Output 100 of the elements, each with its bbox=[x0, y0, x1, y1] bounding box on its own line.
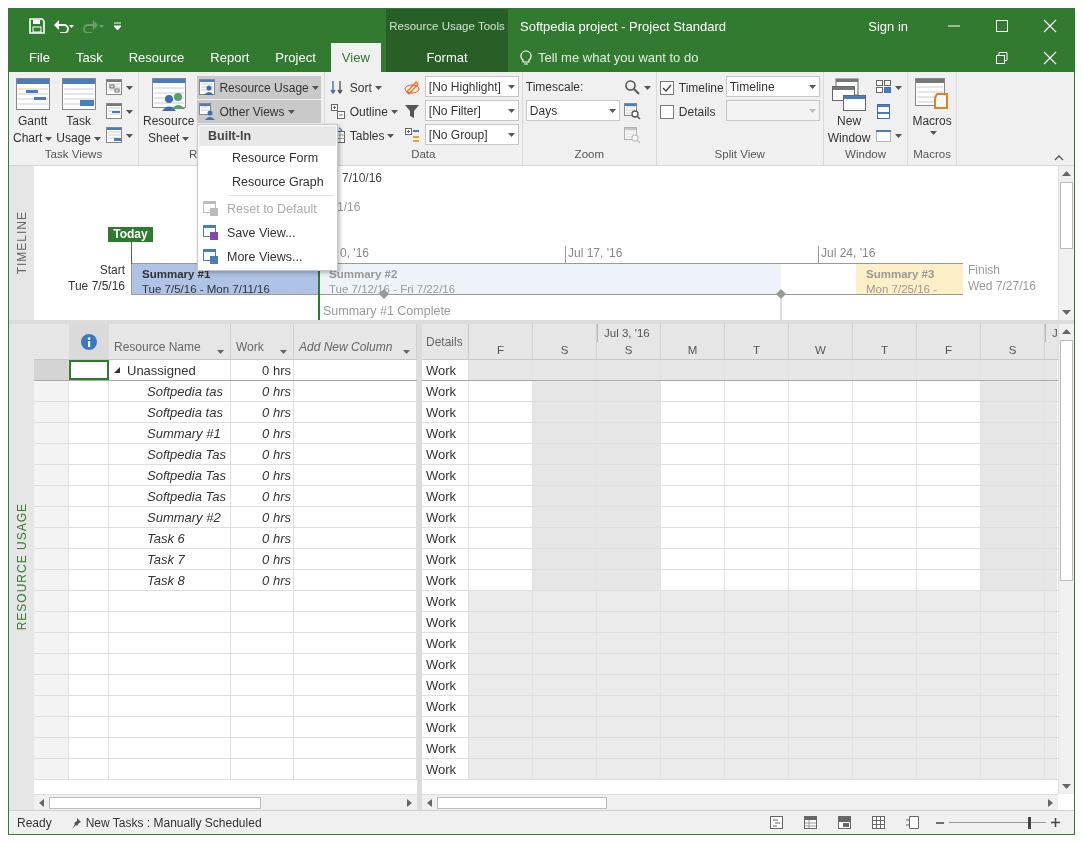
bar-title: Summary #3 bbox=[866, 267, 936, 282]
ribbon-button[interactable]: Gantt Chart bbox=[12, 76, 54, 148]
resource-sheet-icon bbox=[151, 78, 186, 112]
assignment-name: Softpedia Tas bbox=[147, 446, 227, 462]
task-usage-icon bbox=[61, 78, 96, 112]
split-window-icon[interactable] bbox=[875, 103, 893, 120]
scrollbar[interactable] bbox=[34, 794, 417, 810]
status-text: Ready bbox=[17, 815, 52, 830]
menu-item[interactable]: Resource Graph bbox=[199, 170, 336, 194]
filter-icon[interactable] bbox=[403, 103, 421, 120]
assignment-name: Task 6 bbox=[147, 530, 185, 546]
scrollbar[interactable] bbox=[422, 794, 1058, 810]
ribbon-button[interactable]: Task Usage bbox=[55, 76, 103, 148]
close-button[interactable] bbox=[1042, 19, 1058, 33]
tell-me-field[interactable]: Tell me what you want to do bbox=[538, 50, 778, 65]
work-value: 0 hrs bbox=[262, 404, 291, 420]
other-views-icon bbox=[199, 103, 217, 120]
report-view-icon[interactable] bbox=[905, 815, 920, 830]
dropdown-caret-icon bbox=[311, 85, 319, 90]
info-icon bbox=[81, 333, 97, 350]
group-label: Window bbox=[845, 148, 886, 160]
ribbon-tab[interactable]: File bbox=[18, 43, 61, 72]
team-planner-icon[interactable] bbox=[837, 815, 852, 830]
scrollbar[interactable] bbox=[1058, 166, 1074, 320]
combo-box[interactable]: [No Highlight] bbox=[424, 76, 519, 97]
customize-icon[interactable] bbox=[113, 22, 122, 30]
menu-item[interactable]: Save View... bbox=[199, 221, 336, 245]
dropdown-caret-icon bbox=[94, 136, 102, 141]
ribbon-tab[interactable]: Task bbox=[64, 43, 114, 72]
bar-dates: Tue 7/5/16 - Mon 7/11/16 bbox=[142, 282, 271, 294]
ribbon-button[interactable]: Resource Sheet bbox=[142, 76, 196, 148]
day-label: F bbox=[496, 342, 505, 358]
diagram-icon[interactable] bbox=[106, 79, 124, 96]
group-label: Task Views bbox=[44, 148, 103, 160]
restore-button[interactable] bbox=[994, 50, 1010, 65]
start-caption: Start bbox=[98, 262, 125, 278]
collapse-icon[interactable] bbox=[113, 365, 122, 375]
ribbon-button[interactable]: Sort bbox=[327, 76, 400, 99]
menu-item[interactable]: Resource Form bbox=[199, 146, 336, 170]
gantt-chart-icon bbox=[15, 78, 50, 112]
today-flag: Today bbox=[108, 227, 153, 242]
day-label: F bbox=[944, 342, 953, 358]
selected-cell[interactable] bbox=[69, 360, 109, 380]
dropdown-caret-icon bbox=[507, 108, 515, 113]
sheet-view-icon[interactable] bbox=[803, 815, 818, 830]
ribbon-tab[interactable]: Report bbox=[199, 43, 261, 72]
field-label: Timescale: bbox=[525, 78, 585, 96]
hidden-window-icon[interactable] bbox=[875, 127, 893, 144]
combo-box[interactable]: [No Group] bbox=[424, 124, 519, 145]
dropdown-caret-icon bbox=[608, 108, 616, 113]
sheet-icon[interactable] bbox=[106, 103, 124, 120]
scrollbar[interactable] bbox=[1058, 324, 1074, 794]
work-value: 0 hrs bbox=[262, 551, 291, 567]
work-value: 0 hrs bbox=[262, 383, 291, 399]
ribbon-button[interactable]: Macros bbox=[911, 76, 953, 137]
checkbox[interactable] bbox=[659, 80, 674, 95]
work-value: 0 hrs bbox=[262, 488, 291, 504]
sheet-icon[interactable] bbox=[106, 127, 124, 144]
ribbon-tab[interactable]: View bbox=[330, 43, 381, 72]
zoom-sheet-icon[interactable] bbox=[623, 103, 641, 120]
work-value: 0 hrs bbox=[262, 467, 291, 483]
dropdown-caret-icon bbox=[808, 108, 816, 113]
gantt-view-icon[interactable] bbox=[769, 815, 784, 830]
milestone-label: Summary #1 Complete bbox=[323, 304, 451, 318]
arrange-icon[interactable] bbox=[875, 79, 893, 96]
combo-box[interactable]: [No Filter] bbox=[424, 100, 519, 121]
new-tasks-mode[interactable]: New Tasks : Manually Scheduled bbox=[85, 815, 262, 830]
ribbon-tab[interactable]: Resource bbox=[117, 43, 196, 72]
grid-view-icon[interactable] bbox=[871, 815, 886, 830]
highlighter-icon[interactable] bbox=[403, 79, 421, 96]
ribbon-button[interactable]: Resource Usage bbox=[197, 76, 321, 99]
assignment-name: Softpedia Tas bbox=[147, 488, 227, 504]
slider-thumb[interactable] bbox=[1027, 816, 1031, 829]
ribbon-button[interactable]: New Window bbox=[826, 76, 872, 148]
collapse-ribbon-icon[interactable] bbox=[1054, 155, 1064, 161]
dropdown-caret-icon bbox=[45, 136, 53, 141]
combo-box[interactable]: Days bbox=[525, 100, 620, 121]
day-label: S bbox=[1007, 342, 1018, 358]
maximize-button[interactable] bbox=[994, 19, 1010, 33]
day-label: M bbox=[686, 342, 699, 358]
ribbon-tab[interactable]: Project bbox=[264, 43, 327, 72]
close-button[interactable] bbox=[1042, 50, 1058, 65]
resource-usage-label: RESOURCE USAGE bbox=[14, 503, 29, 631]
checkbox[interactable] bbox=[659, 104, 674, 119]
undo-icon[interactable] bbox=[53, 19, 75, 33]
checkbox-label: Timeline bbox=[678, 80, 724, 95]
work-value: 0 hrs bbox=[262, 530, 291, 546]
group-label: R bbox=[189, 148, 198, 160]
ribbon-button[interactable]: Other Views bbox=[197, 100, 321, 123]
day-label: S bbox=[623, 342, 634, 358]
search-icon[interactable] bbox=[623, 79, 641, 96]
sign-in-link[interactable]: Sign in bbox=[846, 9, 930, 43]
save-icon[interactable] bbox=[29, 18, 45, 34]
combo-box[interactable]: Timeline bbox=[725, 76, 820, 97]
ribbon-button[interactable]: Outline bbox=[327, 100, 400, 123]
zoom-in-icon[interactable] bbox=[1051, 818, 1060, 827]
ribbon-tab[interactable]: Format bbox=[386, 43, 508, 72]
bar-title: Summary #2 bbox=[329, 267, 399, 282]
group-icon[interactable] bbox=[403, 127, 421, 144]
start-date: Tue 7/5/16 bbox=[67, 278, 125, 294]
